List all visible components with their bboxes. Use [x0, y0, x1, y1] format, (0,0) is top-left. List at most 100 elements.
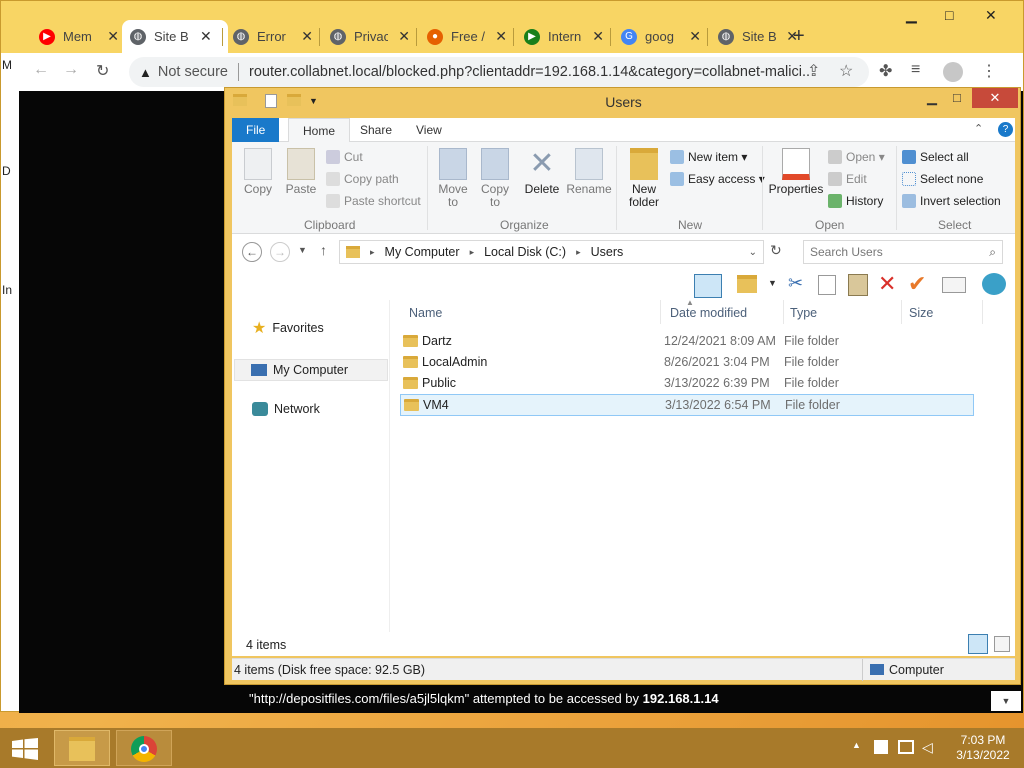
- tab-8[interactable]: ◍ Site B ✕: [710, 20, 806, 53]
- recent-locations-icon[interactable]: ▼: [298, 245, 307, 255]
- help-icon[interactable]: ?: [998, 122, 1013, 137]
- new-tab-button[interactable]: +: [793, 25, 805, 48]
- minimize-icon[interactable]: ▁: [906, 7, 917, 24]
- tab-share[interactable]: Share: [346, 118, 406, 142]
- paste-icon[interactable]: [848, 274, 868, 296]
- rename-button[interactable]: Rename: [566, 148, 612, 196]
- globe-icon[interactable]: [982, 273, 1006, 295]
- delete-button[interactable]: ✕ Delete: [522, 148, 562, 196]
- system-clock[interactable]: 7:03 PM 3/13/2022: [948, 733, 1018, 763]
- collapse-ribbon-icon[interactable]: ⌃: [974, 122, 983, 135]
- close-tab-icon[interactable]: ✕: [107, 28, 119, 45]
- new-item-button[interactable]: New item ▾: [670, 150, 747, 164]
- address-bar[interactable]: ▲ Not secure router.collabnet.local/bloc…: [129, 57, 869, 87]
- up-icon[interactable]: ↑: [320, 242, 327, 258]
- share-icon[interactable]: ⇪: [807, 61, 820, 81]
- reading-list-icon[interactable]: ≡: [911, 61, 920, 79]
- column-header-size[interactable]: Size: [909, 306, 933, 320]
- refresh-icon[interactable]: ↻: [770, 242, 782, 259]
- table-row[interactable]: LocalAdmin 8/26/2021 3:04 PM File folder: [400, 352, 974, 374]
- close-button[interactable]: ✕: [972, 88, 1018, 108]
- show-hidden-icons-icon[interactable]: ▲: [852, 740, 861, 750]
- cut-icon[interactable]: ✂: [788, 273, 803, 294]
- tab-view[interactable]: View: [402, 118, 456, 142]
- maximize-icon[interactable]: □: [953, 90, 961, 105]
- copy-to-button[interactable]: Copy to: [476, 148, 514, 209]
- tab-2[interactable]: ◍ Site B ✕: [122, 20, 228, 53]
- copy-button[interactable]: Copy: [240, 148, 276, 196]
- action-center-flag-icon[interactable]: [874, 740, 888, 754]
- new-folder-button[interactable]: New folder: [620, 148, 668, 209]
- delete-icon[interactable]: ✕: [878, 271, 896, 297]
- maximize-icon[interactable]: □: [945, 7, 953, 23]
- nav-my-computer[interactable]: My Computer: [234, 359, 388, 381]
- tab-5[interactable]: ● Free / ✕: [419, 20, 515, 53]
- close-tab-icon[interactable]: ✕: [301, 28, 313, 45]
- breadcrumb-local-disk[interactable]: Local Disk (C:): [484, 245, 566, 259]
- dropdown-icon[interactable]: ▼: [768, 278, 777, 288]
- paste-shortcut-button[interactable]: Paste shortcut: [326, 194, 421, 208]
- chrome-taskbar-button[interactable]: [116, 730, 172, 766]
- address-dropdown-icon[interactable]: ⌄: [749, 247, 757, 258]
- details-view-icon[interactable]: [968, 634, 988, 654]
- nav-network[interactable]: Network: [252, 402, 320, 416]
- nav-favorites[interactable]: ★ Favorites: [252, 318, 324, 338]
- close-tab-icon[interactable]: ✕: [495, 28, 507, 45]
- breadcrumb-users[interactable]: Users: [591, 245, 624, 259]
- copy-icon[interactable]: [818, 275, 836, 295]
- paste-button[interactable]: Paste: [282, 148, 320, 196]
- windows-start-icon[interactable]: [12, 738, 38, 760]
- close-icon[interactable]: ✕: [985, 7, 997, 24]
- close-tab-icon[interactable]: ✕: [398, 28, 410, 45]
- easy-access-button[interactable]: Easy access ▾: [670, 172, 765, 186]
- address-breadcrumb[interactable]: ▸ My Computer ▸ Local Disk (C:) ▸ Users …: [339, 240, 764, 264]
- forward-icon[interactable]: →: [63, 61, 79, 79]
- close-tab-icon[interactable]: ✕: [689, 28, 701, 45]
- column-header-name[interactable]: Name: [409, 306, 442, 320]
- cut-button[interactable]: Cut: [326, 150, 363, 164]
- table-row[interactable]: Public 3/13/2022 6:39 PM File folder: [400, 373, 974, 395]
- tab-1[interactable]: ▶ Mem ✕: [31, 20, 127, 53]
- forward-icon[interactable]: →: [270, 242, 290, 262]
- invert-selection-button[interactable]: Invert selection: [902, 194, 1001, 208]
- bookmark-star-icon[interactable]: ☆: [839, 61, 853, 81]
- scroll-down-icon[interactable]: ▼: [991, 691, 1021, 711]
- close-tab-icon[interactable]: ✕: [200, 28, 212, 45]
- move-to-button[interactable]: Move to: [434, 148, 472, 209]
- file-explorer-taskbar-button[interactable]: [54, 730, 110, 766]
- breadcrumb-my-computer[interactable]: My Computer: [385, 245, 460, 259]
- extensions-icon[interactable]: ✤: [879, 61, 892, 81]
- copy-path-button[interactable]: Copy path: [326, 172, 399, 186]
- table-row[interactable]: VM4 3/13/2022 6:54 PM File folder: [400, 394, 974, 416]
- folder-options-icon[interactable]: [737, 275, 757, 293]
- search-input[interactable]: Search Users ⌕: [803, 240, 1003, 264]
- network-status-icon[interactable]: [898, 740, 914, 754]
- checkmark-icon[interactable]: ✔: [908, 271, 926, 297]
- tab-6[interactable]: ▶ Intern ✕: [516, 20, 612, 53]
- table-row[interactable]: Dartz 12/24/2021 8:09 AM File folder: [400, 331, 974, 353]
- preview-pane-icon[interactable]: [694, 274, 722, 298]
- tab-7[interactable]: Ggoog ✕: [613, 20, 709, 53]
- history-button[interactable]: History: [828, 194, 883, 208]
- column-header-date[interactable]: Date modified: [670, 306, 747, 320]
- window-icon[interactable]: [942, 277, 966, 293]
- select-all-button[interactable]: Select all: [902, 150, 969, 164]
- minimize-icon[interactable]: ▁: [927, 90, 937, 106]
- reload-icon[interactable]: ↻: [96, 61, 109, 81]
- tab-3[interactable]: ◍ Error ✕: [225, 20, 321, 53]
- tab-4[interactable]: ◍ Privac ✕: [322, 20, 418, 53]
- properties-button[interactable]: Properties: [768, 148, 824, 196]
- select-none-button[interactable]: Select none: [902, 172, 983, 186]
- large-icons-view-icon[interactable]: [994, 636, 1010, 652]
- back-icon[interactable]: ←: [33, 61, 49, 79]
- tab-home[interactable]: Home: [288, 118, 351, 142]
- tab-file[interactable]: File: [232, 118, 280, 142]
- open-button[interactable]: Open ▾: [828, 150, 885, 164]
- volume-muted-icon[interactable]: ◁: [922, 739, 933, 756]
- edit-button[interactable]: Edit: [828, 172, 867, 186]
- profile-avatar-icon[interactable]: [943, 62, 963, 82]
- close-tab-icon[interactable]: ✕: [592, 28, 604, 45]
- menu-dots-icon[interactable]: ⋮: [981, 61, 997, 81]
- back-icon[interactable]: ←: [242, 242, 262, 262]
- column-header-type[interactable]: Type: [790, 306, 817, 320]
